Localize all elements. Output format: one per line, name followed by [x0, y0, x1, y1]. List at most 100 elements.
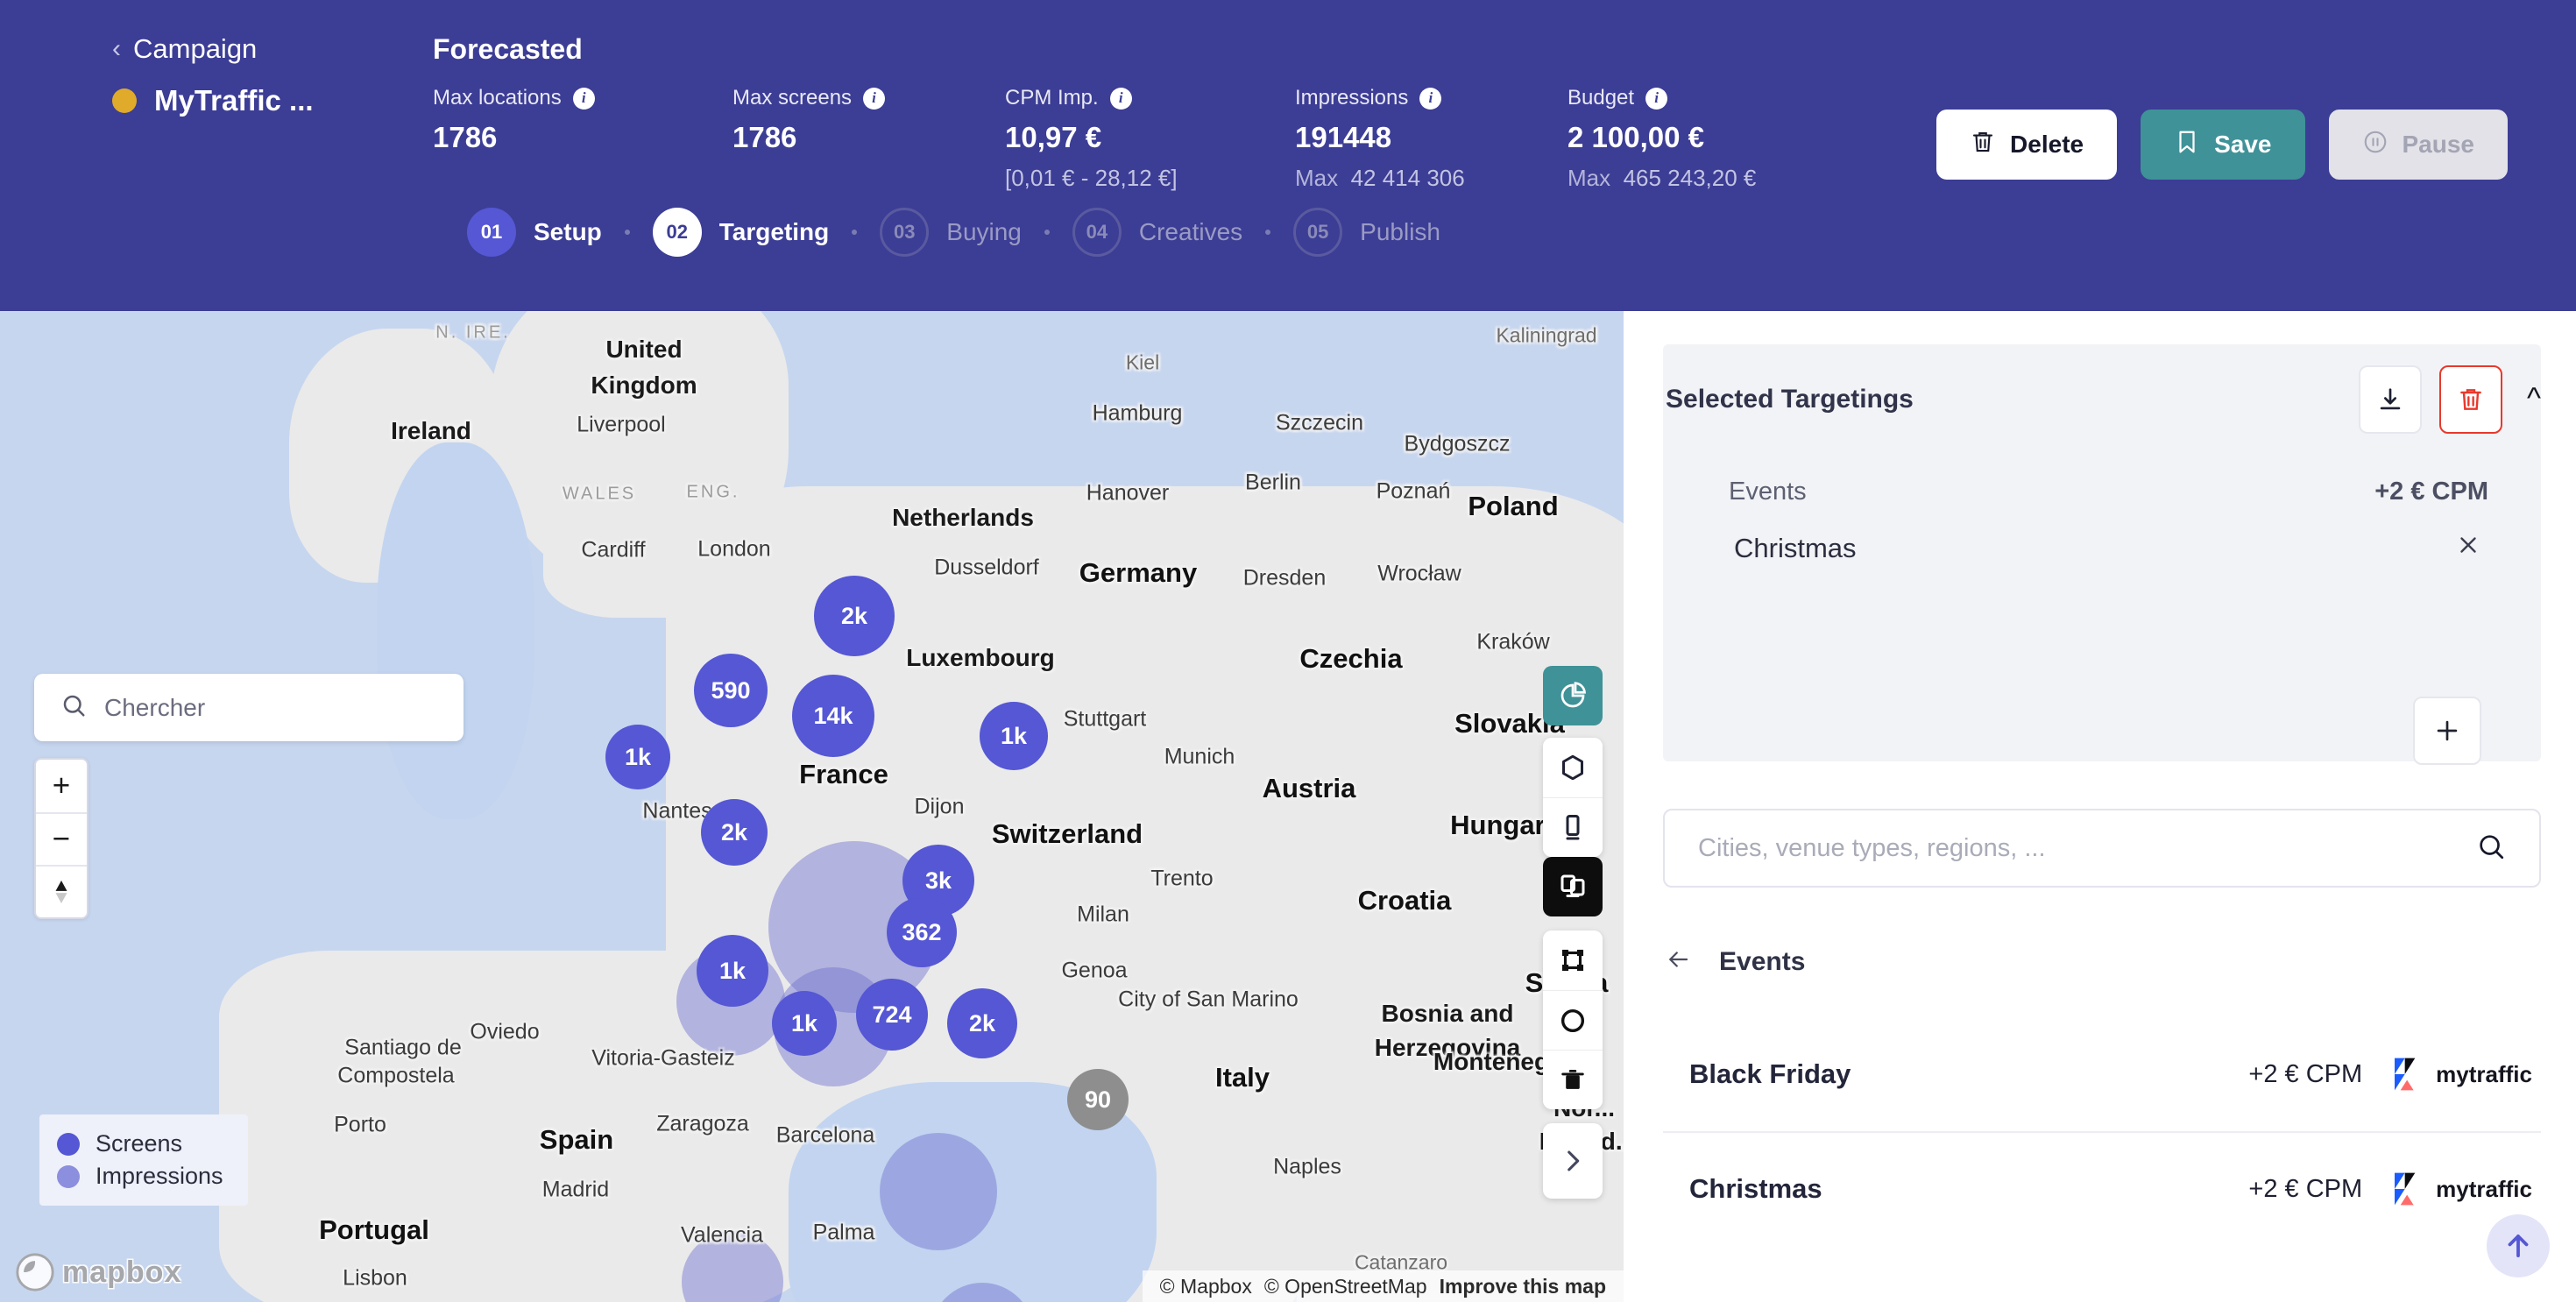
targeting-group-row: Events +2 € CPM [1729, 478, 2488, 506]
brand-badge: mytraffic [2390, 1170, 2532, 1208]
map-shape-tools[interactable] [1543, 738, 1603, 857]
targeting-group-label: Events [1729, 478, 1807, 506]
stat-impressions: Impressions i 191448 Max 42 414 306 [1295, 86, 1568, 192]
browse-title: Events [1719, 946, 1806, 976]
event-cpm: +2 € CPM [2248, 1059, 2363, 1088]
screen-icon-button[interactable] [1543, 797, 1603, 857]
map-zoom-controls[interactable]: + − [34, 758, 88, 919]
info-icon[interactable]: i [1109, 87, 1132, 110]
map-cluster-marker[interactable]: 2k [947, 988, 1017, 1058]
map-tools[interactable] [1543, 666, 1603, 1199]
mapbox-mark-icon [16, 1253, 54, 1291]
map-select-tools[interactable] [1543, 931, 1603, 1109]
compass-icon[interactable] [36, 865, 87, 917]
map-cluster-marker[interactable]: 1k [772, 991, 837, 1056]
map-label: Szczecin [1275, 410, 1364, 435]
save-button[interactable]: Save [2141, 110, 2305, 180]
save-button-label: Save [2214, 131, 2272, 158]
info-icon[interactable]: i [1419, 87, 1442, 110]
cluster-halo [880, 1133, 997, 1250]
forecast-title: Forecasted [433, 33, 583, 65]
map-cluster-marker[interactable]: 1k [697, 935, 768, 1007]
events-list: Black Friday +2 € CPM mytraffic Christma… [1663, 1017, 2541, 1245]
brand-name: mytraffic [2436, 1060, 2532, 1087]
step-setup[interactable]: 01 Setup [467, 208, 602, 257]
map-label: Kiel [1125, 350, 1160, 374]
step-label: Buying [946, 218, 1022, 245]
stat-label: CPM Imp. [1005, 86, 1099, 110]
collapse-card-button[interactable]: ^ [2520, 384, 2541, 414]
list-item[interactable]: Christmas +2 € CPM mytraffic [1663, 1131, 2541, 1245]
map-cluster-marker[interactable]: 90 [1067, 1069, 1129, 1130]
step-label: Setup [534, 218, 602, 245]
stat-budget: Budget i 2 100,00 € Max 465 243,20 € [1568, 86, 1857, 192]
improve-map-link[interactable]: Improve this map [1440, 1275, 1606, 1298]
map-cluster-marker[interactable]: 2k [814, 576, 895, 656]
mapbox-logo-text: mapbox [62, 1255, 182, 1289]
legend-dot-screens-icon [57, 1132, 80, 1156]
mapbox-logo[interactable]: mapbox [16, 1253, 181, 1291]
info-icon[interactable]: i [572, 87, 595, 110]
attribution-osm[interactable]: © OpenStreetMap [1264, 1275, 1427, 1298]
remove-targeting-button[interactable] [2455, 532, 2481, 565]
map-cluster-marker[interactable]: 724 [856, 979, 928, 1051]
info-icon[interactable]: i [863, 87, 886, 110]
breadcrumb-back[interactable]: ‹ Campaign [112, 33, 257, 65]
pause-button[interactable]: Pause [2328, 110, 2508, 180]
delete-all-targetings-button[interactable] [2439, 365, 2503, 434]
mytraffic-logo-icon [2395, 1172, 2416, 1206]
delete-button[interactable]: Delete [1936, 110, 2118, 180]
rectangle-select-icon-button[interactable] [1543, 931, 1603, 990]
multi-screen-icon-button[interactable] [1543, 857, 1603, 916]
step-targeting[interactable]: 02 Targeting [652, 208, 830, 257]
step-label: Targeting [718, 218, 830, 245]
step-number: 05 [1293, 208, 1343, 257]
download-button[interactable] [2359, 365, 2423, 434]
chevron-left-icon: ‹ [112, 34, 121, 63]
circle-select-icon-button[interactable] [1543, 990, 1603, 1050]
targeting-item-row: Christmas [1734, 532, 2481, 565]
step-creatives[interactable]: 04 Creatives [1072, 208, 1242, 257]
trash-icon-button[interactable] [1543, 1050, 1603, 1109]
targeting-search-placeholder: Cities, venue types, regions, ... [1698, 833, 2046, 862]
breadcrumb-label: Campaign [133, 33, 258, 64]
map-canvas[interactable]: N. IRE. United Kingdom Ireland Liverpool WALE… [0, 311, 1624, 1302]
step-separator [1044, 230, 1050, 235]
water-irish-sea [377, 442, 534, 819]
scroll-to-top-button[interactable] [2487, 1214, 2550, 1277]
stat-value[interactable]: 10,97 € [1005, 121, 1101, 153]
map-cluster-marker[interactable]: 1k [980, 702, 1048, 770]
search-icon [60, 692, 87, 723]
legend-item-impressions: Impressions [57, 1163, 223, 1190]
stat-sub-value: 42 414 306 [1350, 165, 1465, 191]
forecast-stats: Max locations i 1786 Max screens i 1786 … [433, 86, 1857, 192]
wizard-steps: 01 Setup 02 Targeting 03 Buying 04 Creat… [467, 208, 1440, 257]
map-cluster-marker[interactable]: 362 [887, 897, 957, 967]
legend-label: Screens [96, 1130, 183, 1157]
attribution-mapbox[interactable]: © Mapbox [1160, 1275, 1252, 1298]
zoom-out-button[interactable]: − [36, 812, 87, 865]
map-cluster-marker[interactable]: 2k [701, 799, 768, 866]
browse-back-row[interactable]: Events [1663, 946, 1805, 977]
bookmark-icon [2174, 129, 2200, 161]
stat-label: Max locations [433, 86, 562, 110]
map-cluster-marker[interactable]: 14k [792, 675, 874, 757]
map-legend: Screens Impressions [39, 1114, 248, 1206]
map-cluster-marker[interactable]: 590 [694, 654, 768, 727]
stat-max-screens: Max screens i 1786 [732, 86, 1005, 192]
step-publish[interactable]: 05 Publish [1293, 208, 1440, 257]
list-item[interactable]: Black Friday +2 € CPM mytraffic [1663, 1017, 2541, 1131]
step-buying[interactable]: 03 Buying [880, 208, 1022, 257]
mytraffic-logo-icon [2395, 1058, 2416, 1091]
collapse-panel-button[interactable] [1543, 1123, 1603, 1199]
brand-badge: mytraffic [2390, 1055, 2532, 1093]
pie-chart-icon-button[interactable] [1543, 666, 1603, 725]
add-targeting-button[interactable] [2413, 697, 2481, 765]
zoom-in-button[interactable]: + [36, 760, 87, 812]
map-label: Bydgoszcz [1404, 431, 1511, 456]
map-search-input[interactable]: Chercher [34, 674, 464, 741]
hexagon-icon-button[interactable] [1543, 738, 1603, 797]
map-cluster-marker[interactable]: 1k [605, 725, 670, 789]
info-icon[interactable]: i [1645, 87, 1668, 110]
targeting-search-input[interactable]: Cities, venue types, regions, ... [1663, 809, 2541, 888]
